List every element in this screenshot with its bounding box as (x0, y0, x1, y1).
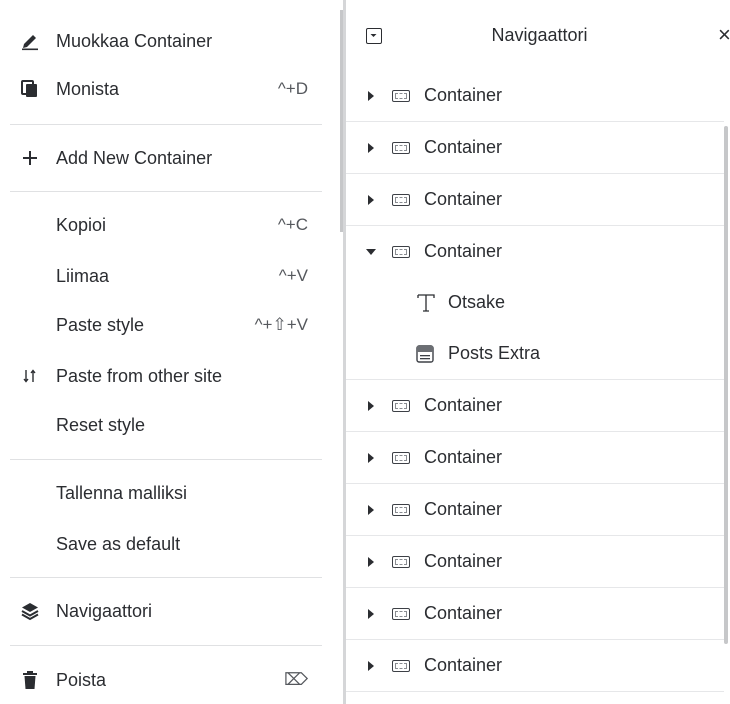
caret-right-icon[interactable] (368, 608, 374, 619)
tree-item-posts-extra[interactable]: Posts Extra (346, 328, 724, 380)
tree-item-label: Container (424, 395, 503, 415)
tree-item-label: Container (424, 603, 503, 623)
tree-item-container[interactable]: Container (346, 588, 724, 640)
caret-right-icon[interactable] (368, 400, 374, 411)
container-icon (392, 193, 410, 206)
tree-item-heading[interactable]: Otsake (346, 277, 724, 328)
tree-item-label: Container (424, 655, 503, 675)
container-icon (392, 89, 410, 102)
menu-item-label: Reset style (56, 414, 146, 435)
menu-item-label: Monista (56, 78, 120, 99)
heading-icon (416, 293, 436, 313)
menu-item-shortcut: ^+D (277, 79, 308, 98)
navigator-scrollbar[interactable] (724, 126, 728, 644)
caret-right-icon[interactable] (368, 660, 374, 671)
menu-item-reset-style[interactable]: Reset style (0, 403, 322, 447)
navigator-tree: Container Container Container Container … (346, 70, 724, 692)
menu-item-label: Kopioi (56, 214, 107, 235)
tree-item-label: Container (424, 85, 503, 105)
menu-item-duplicate[interactable]: Monista ^+D (0, 67, 322, 111)
container-icon (392, 503, 410, 516)
menu-item-edit-container[interactable]: Muokkaa Container (0, 19, 322, 63)
menu-item-paste-from-other-site[interactable]: Paste from other site (0, 354, 322, 398)
container-icon (392, 451, 410, 464)
menu-item-copy[interactable]: Kopioi ^+C (0, 203, 322, 247)
caret-down-icon[interactable] (366, 248, 376, 255)
duplicate-icon (10, 79, 50, 99)
caret-right-icon[interactable] (368, 504, 374, 515)
tree-item-label: Container (424, 189, 503, 209)
container-icon (392, 399, 410, 412)
navigator-panel: Navigaattori × Container Container Conta… (343, 0, 730, 704)
tree-item-container[interactable]: Container (346, 380, 724, 432)
menu-item-add-new-container[interactable]: Add New Container (0, 136, 322, 180)
tree-item-label: Container (424, 137, 503, 157)
menu-separator (10, 577, 322, 578)
menu-separator (10, 124, 322, 125)
tree-item-container[interactable]: Container (346, 536, 724, 588)
menu-item-label: Paste style (56, 314, 145, 335)
plus-icon (10, 149, 50, 167)
menu-item-navigator[interactable]: Navigaattori (0, 589, 322, 633)
posts-icon (416, 344, 434, 363)
menu-separator (10, 645, 322, 646)
transfer-arrows-icon (10, 368, 50, 384)
close-icon[interactable]: × (718, 24, 730, 46)
layers-icon (10, 601, 50, 621)
tree-item-label: Container (424, 499, 503, 519)
container-icon (392, 659, 410, 672)
navigator-header: Navigaattori × (346, 0, 730, 70)
menu-item-label: Liimaa (56, 265, 110, 286)
menu-item-label: Tallenna malliksi (56, 482, 188, 503)
container-icon (392, 607, 410, 620)
menu-item-paste[interactable]: Liimaa ^+V (0, 254, 322, 298)
tree-item-label: Otsake (448, 292, 506, 312)
navigator-title: Navigaattori (491, 24, 588, 45)
menu-item-label: Add New Container (56, 147, 213, 168)
menu-item-label: Poista (56, 669, 107, 690)
menu-item-label: Save as default (56, 533, 181, 554)
menu-item-paste-style[interactable]: Paste style ^+⇧+V (0, 303, 322, 347)
caret-right-icon[interactable] (368, 142, 374, 153)
tree-item-label: Container (424, 551, 503, 571)
container-icon (392, 245, 410, 258)
caret-right-icon[interactable] (368, 556, 374, 567)
menu-item-shortcut: ^+⇧+V (254, 315, 308, 334)
tree-item-container[interactable]: Container (346, 70, 724, 122)
menu-item-label: Paste from other site (56, 365, 223, 386)
menu-item-save-as-template[interactable]: Tallenna malliksi (0, 471, 322, 515)
menu-item-delete[interactable]: Poista ⌦ (0, 658, 322, 702)
pencil-icon (10, 31, 50, 51)
menu-item-save-as-default[interactable]: Save as default (0, 522, 322, 566)
tree-item-label: Container (424, 447, 503, 467)
tree-item-container[interactable]: Container (346, 640, 724, 692)
caret-right-icon[interactable] (368, 452, 374, 463)
tree-item-container[interactable]: Container (346, 174, 724, 226)
container-icon (392, 555, 410, 568)
tree-item-container[interactable]: Container (346, 432, 724, 484)
trash-icon (10, 670, 50, 690)
tree-item-label: Container (424, 241, 503, 261)
container-icon (392, 141, 410, 154)
delete-key-icon: ⌦ (283, 670, 308, 689)
tree-item-container[interactable]: Container (346, 484, 724, 536)
menu-item-shortcut: ^+V (278, 266, 308, 285)
menu-separator (10, 191, 322, 192)
menu-item-label: Navigaattori (56, 600, 153, 621)
caret-right-icon[interactable] (368, 90, 374, 101)
menu-item-shortcut: ^+C (277, 215, 308, 234)
menu-item-label: Muokkaa Container (56, 30, 213, 51)
menu-separator (10, 459, 322, 460)
tree-item-label: Posts Extra (448, 343, 541, 363)
context-menu: Muokkaa Container Monista ^+D Add New Co… (0, 0, 343, 704)
tree-item-container[interactable]: Container (346, 122, 724, 174)
tree-item-container-expanded[interactable]: Container (346, 226, 724, 277)
caret-right-icon[interactable] (368, 194, 374, 205)
